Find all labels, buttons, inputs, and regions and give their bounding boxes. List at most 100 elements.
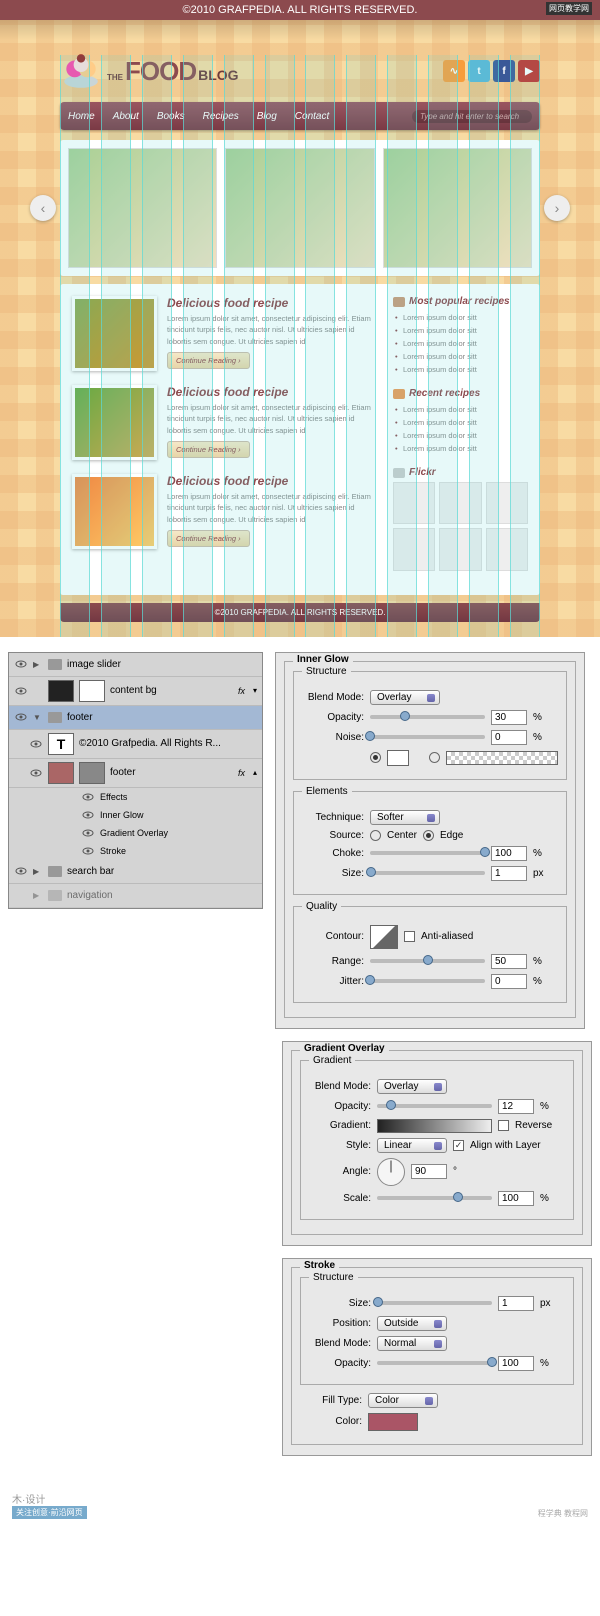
contour-picker[interactable] [370, 925, 398, 949]
gradient-picker[interactable] [377, 1119, 492, 1133]
twitter-icon[interactable]: t [468, 60, 490, 82]
angle-dial[interactable] [377, 1158, 405, 1186]
blend-mode-select[interactable]: Overlay [377, 1079, 447, 1094]
expand-icon[interactable]: ▼ [33, 713, 43, 722]
nav-about[interactable]: About [113, 111, 139, 122]
expand-icon[interactable]: ▶ [33, 867, 43, 876]
nav-contact[interactable]: Contact [295, 111, 329, 122]
layer-row[interactable]: ▶ image slider [9, 653, 262, 677]
visibility-icon[interactable] [14, 710, 28, 724]
edge-radio[interactable] [423, 830, 434, 841]
visibility-icon[interactable] [14, 864, 28, 878]
expand-icon[interactable]: ▶ [33, 891, 43, 900]
next-arrow-icon[interactable]: › [544, 195, 570, 221]
list-item[interactable]: Lorem ipsum dolor sitt [393, 337, 528, 350]
list-item[interactable]: Lorem ipsum dolor sitt [393, 416, 528, 429]
visibility-icon[interactable] [81, 826, 95, 840]
range-input[interactable] [491, 954, 527, 969]
jitter-slider[interactable] [370, 979, 485, 983]
slide-image[interactable] [225, 148, 374, 268]
opacity-slider[interactable] [377, 1361, 492, 1365]
opacity-input[interactable] [498, 1356, 534, 1371]
opacity-slider[interactable] [377, 1104, 492, 1108]
effect-item[interactable]: Inner Glow [9, 806, 262, 824]
list-item[interactable]: Lorem ipsum dolor sitt [393, 311, 528, 324]
search-input[interactable]: Type and hit enter to search [412, 110, 532, 123]
align-checkbox[interactable] [453, 1140, 464, 1151]
list-item[interactable]: Lorem ipsum dolor sitt [393, 429, 528, 442]
size-slider[interactable] [377, 1301, 492, 1305]
glow-color-swatch[interactable] [387, 750, 409, 766]
size-input[interactable] [498, 1296, 534, 1311]
post-title[interactable]: Delicious food recipe [167, 296, 378, 310]
list-item[interactable]: Lorem ipsum dolor sitt [393, 442, 528, 455]
visibility-icon[interactable] [29, 766, 43, 780]
expand-icon[interactable]: ▶ [33, 660, 43, 669]
opacity-slider[interactable] [370, 715, 485, 719]
effect-item[interactable]: Gradient Overlay [9, 824, 262, 842]
size-slider[interactable] [370, 871, 485, 875]
layer-row[interactable]: ▼ footer [9, 706, 262, 730]
fill-type-select[interactable]: Color [368, 1393, 438, 1408]
antialias-checkbox[interactable] [404, 931, 415, 942]
noise-input[interactable] [491, 730, 527, 745]
stroke-color-swatch[interactable] [368, 1413, 418, 1431]
scale-input[interactable] [498, 1191, 534, 1206]
blend-mode-select[interactable]: Overlay [370, 690, 440, 705]
visibility-icon[interactable] [14, 657, 28, 671]
color-radio[interactable] [370, 752, 381, 763]
nav-recipes[interactable]: Recipes [203, 111, 239, 122]
flickr-thumb[interactable] [439, 482, 481, 524]
layer-row[interactable]: footer fx ▴ [9, 759, 262, 788]
position-select[interactable]: Outside [377, 1316, 447, 1331]
choke-input[interactable] [491, 846, 527, 861]
layer-row[interactable]: ▶ search bar [9, 860, 262, 884]
continue-reading-button[interactable]: Continue Reading › [167, 441, 250, 458]
center-radio[interactable] [370, 830, 381, 841]
slide-image[interactable] [68, 148, 217, 268]
blend-mode-select[interactable]: Normal [377, 1336, 447, 1351]
list-item[interactable]: Lorem ipsum dolor sitt [393, 363, 528, 376]
opacity-input[interactable] [498, 1099, 534, 1114]
scale-slider[interactable] [377, 1196, 492, 1200]
fx-toggle-icon[interactable]: ▾ [253, 686, 257, 695]
size-input[interactable] [491, 866, 527, 881]
continue-reading-button[interactable]: Continue Reading › [167, 530, 250, 547]
flickr-thumb[interactable] [393, 528, 435, 570]
gradient-radio[interactable] [429, 752, 440, 763]
nav-books[interactable]: Books [157, 111, 185, 122]
post-thumbnail[interactable] [72, 385, 157, 460]
layer-row[interactable]: content bg fx ▾ [9, 677, 262, 706]
list-item[interactable]: Lorem ipsum dolor sitt [393, 350, 528, 363]
continue-reading-button[interactable]: Continue Reading › [167, 352, 250, 369]
flickr-thumb[interactable] [439, 528, 481, 570]
rss-icon[interactable]: ∿ [443, 60, 465, 82]
reverse-checkbox[interactable] [498, 1120, 509, 1131]
flickr-thumb[interactable] [486, 528, 528, 570]
post-thumbnail[interactable] [72, 474, 157, 549]
visibility-icon[interactable] [29, 737, 43, 751]
nav-blog[interactable]: Blog [257, 111, 277, 122]
post-thumbnail[interactable] [72, 296, 157, 371]
effect-item[interactable]: Stroke [9, 842, 262, 860]
angle-input[interactable] [411, 1164, 447, 1179]
visibility-icon[interactable] [14, 888, 28, 902]
nav-home[interactable]: Home [68, 111, 95, 122]
layer-row[interactable]: ▶ navigation [9, 884, 262, 908]
logo[interactable]: THE FOOD BLOG [60, 50, 239, 92]
noise-slider[interactable] [370, 735, 485, 739]
visibility-icon[interactable] [81, 790, 95, 804]
flickr-thumb[interactable] [393, 482, 435, 524]
visibility-icon[interactable] [14, 684, 28, 698]
layer-row[interactable]: T ©2010 Grafpedia. All Rights R... [9, 730, 262, 759]
prev-arrow-icon[interactable]: ‹ [30, 195, 56, 221]
facebook-icon[interactable]: f [493, 60, 515, 82]
choke-slider[interactable] [370, 851, 485, 855]
visibility-icon[interactable] [81, 844, 95, 858]
flickr-thumb[interactable] [486, 482, 528, 524]
visibility-icon[interactable] [81, 808, 95, 822]
list-item[interactable]: Lorem ipsum dolor sitt [393, 403, 528, 416]
technique-select[interactable]: Softer [370, 810, 440, 825]
style-select[interactable]: Linear [377, 1138, 447, 1153]
post-title[interactable]: Delicious food recipe [167, 385, 378, 399]
